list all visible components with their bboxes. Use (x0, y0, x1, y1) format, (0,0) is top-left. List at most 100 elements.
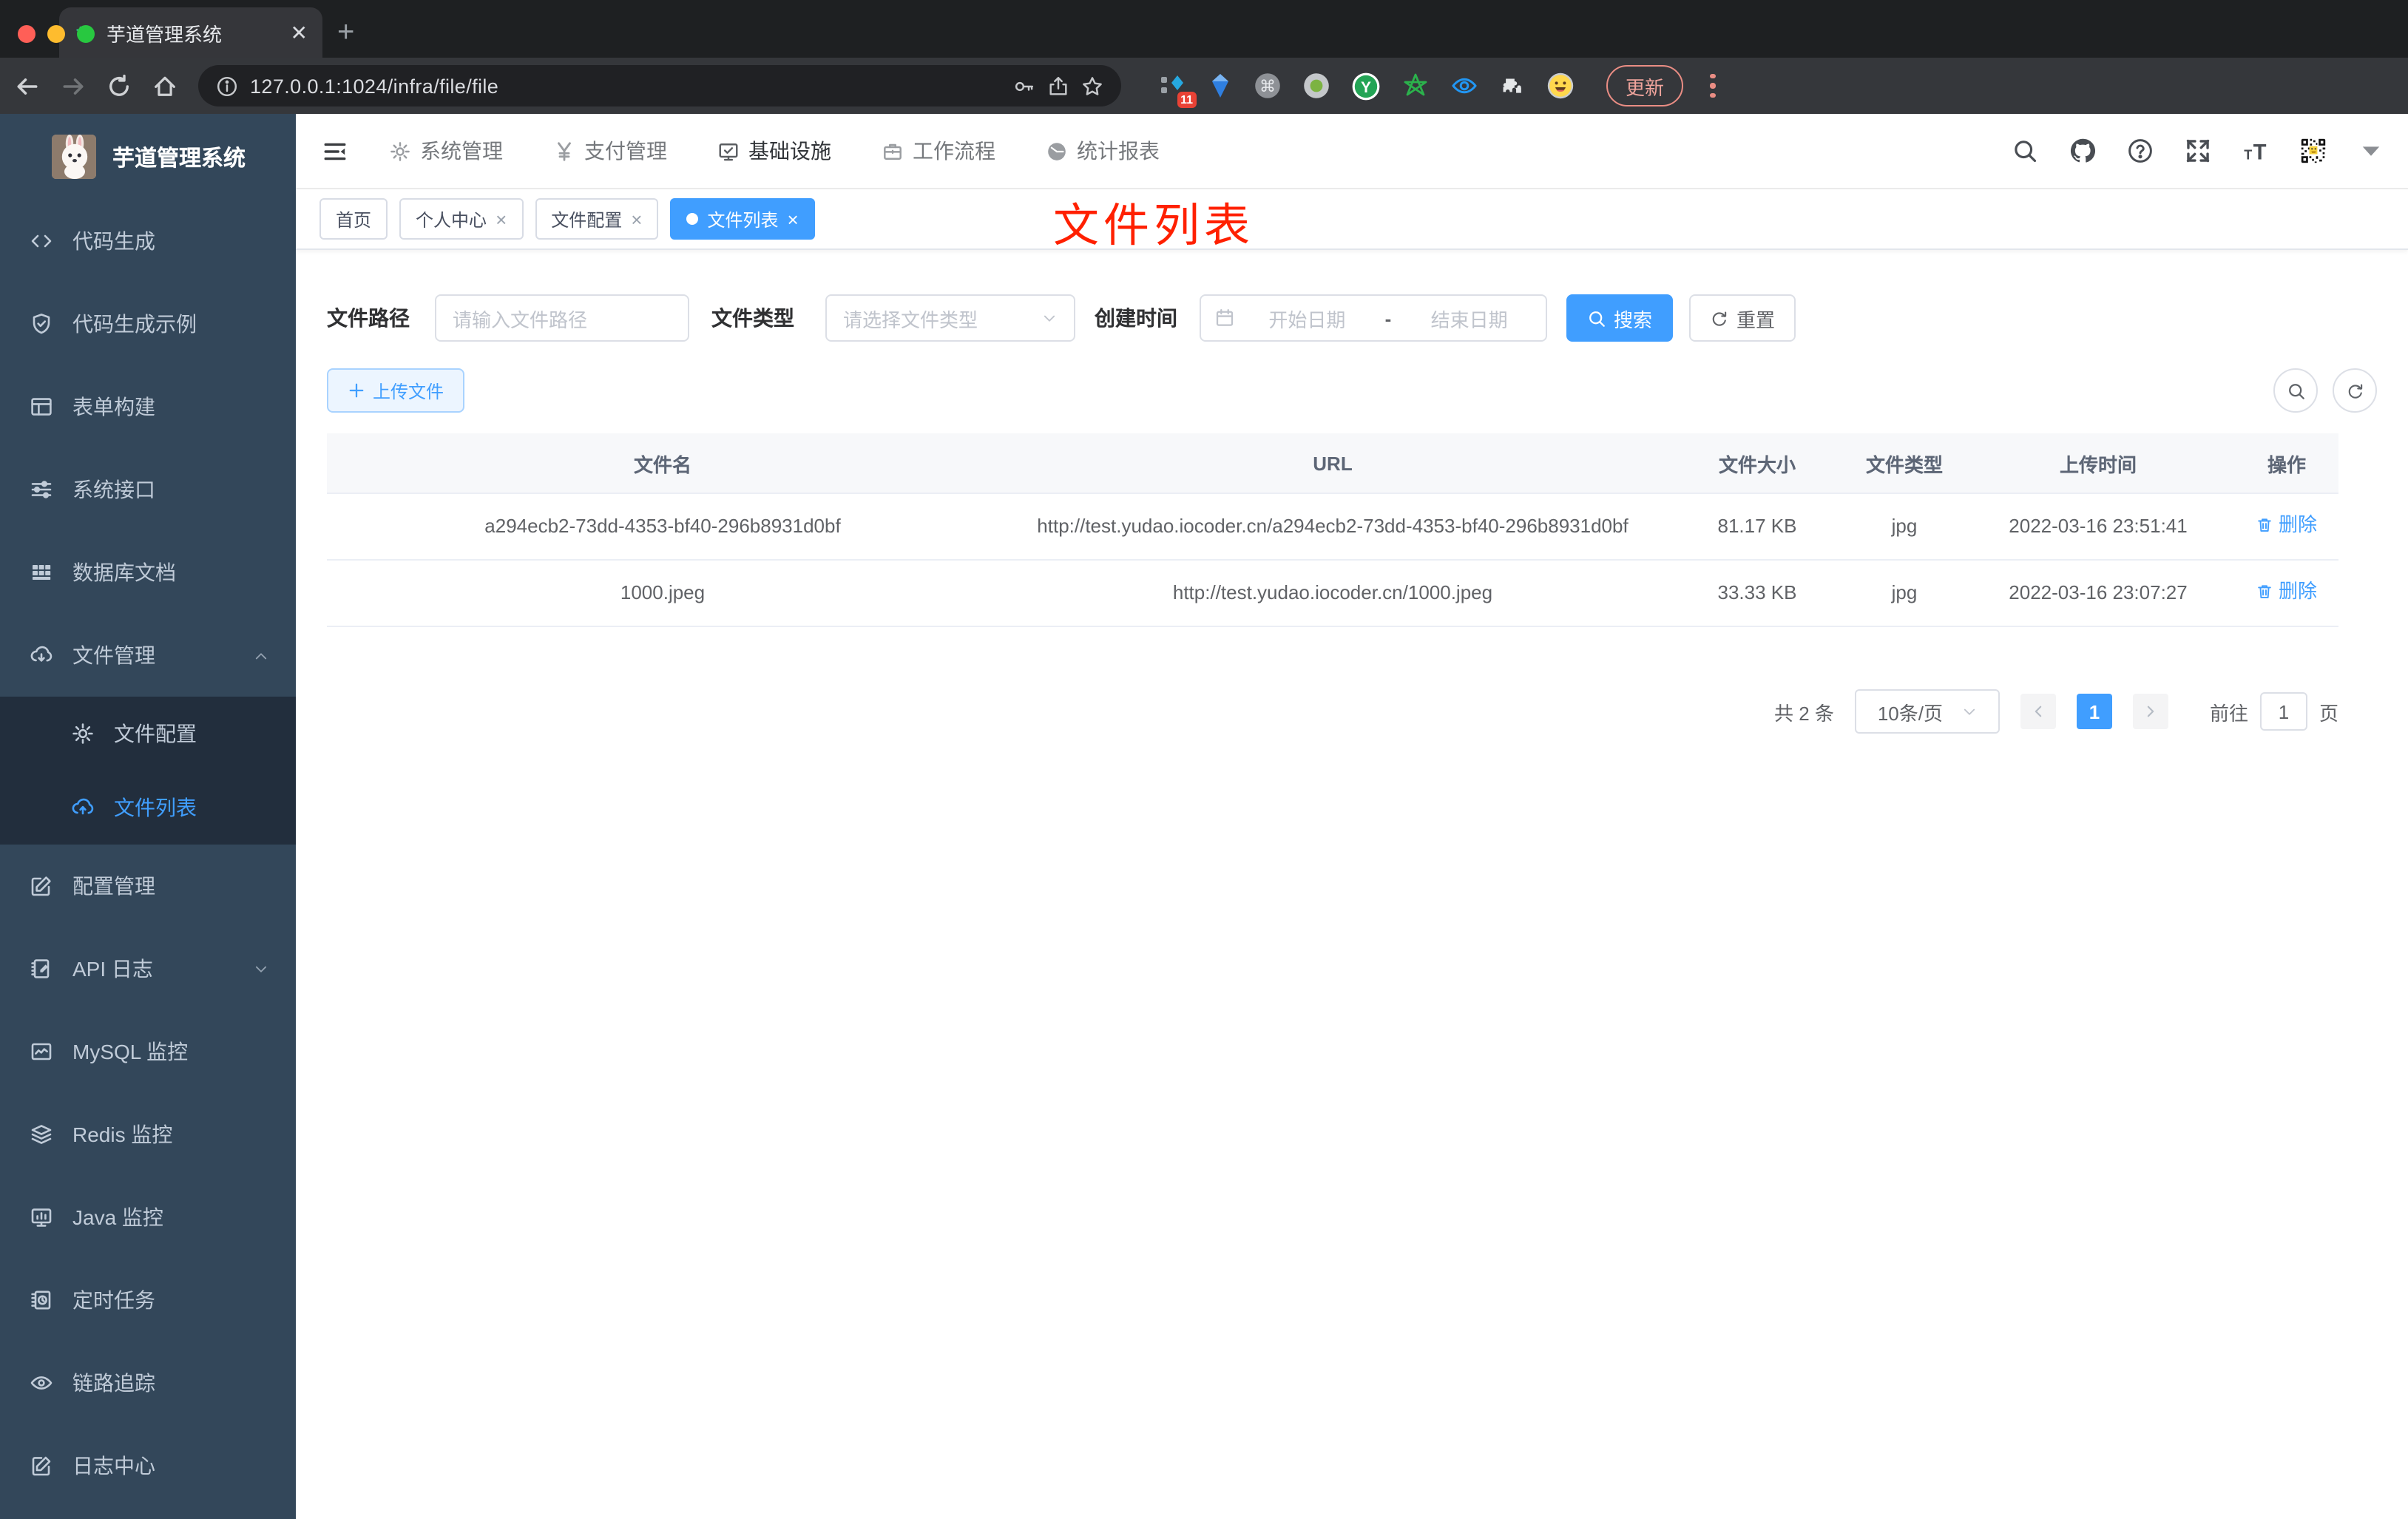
start-date-placeholder[interactable]: 开始日期 (1244, 304, 1370, 332)
top-nav-3[interactable]: 工作流程 (882, 136, 995, 166)
help-icon[interactable] (2127, 138, 2154, 164)
command-extension-icon[interactable]: ⌘ (1254, 72, 1281, 99)
page-tab-2[interactable]: 文件配置 × (535, 198, 659, 240)
url-text[interactable]: 127.0.0.1:1024/infra/file/file (250, 75, 1001, 97)
delete-label: 删除 (2278, 513, 2317, 535)
top-nav-label: 支付管理 (584, 139, 667, 163)
tab-close-icon[interactable]: ✕ (291, 20, 308, 45)
table-grid-icon (30, 561, 53, 584)
chevron-down-icon (1961, 704, 1977, 720)
sidebar-item-5[interactable]: 文件管理 (0, 614, 296, 697)
page-tab-3[interactable]: 文件列表 × (670, 198, 815, 240)
bookmark-star-icon[interactable] (1081, 75, 1103, 97)
search-icon (2286, 381, 2305, 400)
top-nav-2[interactable]: 基础设施 (717, 136, 831, 166)
eye-extension-icon[interactable] (1451, 72, 1478, 99)
browser-menu-icon[interactable] (1710, 73, 1716, 98)
forward-icon[interactable] (61, 73, 86, 98)
sidebar-subitem-1[interactable]: 文件列表 (0, 771, 296, 845)
sidebar-item-9[interactable]: Redis 监控 (0, 1093, 296, 1176)
sidebar-item-2[interactable]: 表单构建 (0, 365, 296, 448)
sidebar-subitem-0[interactable]: 文件配置 (0, 697, 296, 771)
tab-close-icon[interactable]: × (496, 208, 507, 230)
next-page-button[interactable] (2132, 694, 2168, 730)
user-avatar-qr[interactable] (2300, 138, 2327, 164)
code-icon (30, 229, 53, 253)
sidebar-submenu: 文件配置文件列表 (0, 697, 296, 845)
table-header-cell: URL (998, 433, 1667, 494)
back-icon[interactable] (15, 73, 40, 98)
password-key-icon[interactable] (1013, 75, 1035, 97)
extensions-row: 11 ⌘ Y (1160, 72, 1574, 108)
recorder-extension-icon[interactable] (1303, 72, 1330, 99)
minimize-window-button[interactable] (47, 25, 65, 43)
reset-button[interactable]: 重置 (1689, 294, 1796, 342)
file-type-placeholder: 请选择文件类型 (843, 308, 978, 331)
sidebar-item-6[interactable]: 配置管理 (0, 845, 296, 927)
y-extension-icon[interactable]: Y (1352, 72, 1380, 100)
tab-close-icon[interactable]: × (788, 208, 799, 230)
prev-page-button[interactable] (2020, 694, 2056, 730)
new-tab-button[interactable]: + (337, 7, 354, 58)
cell-file-name: a294ecb2-73dd-4353-bf40-296b8931d0bf (327, 493, 998, 561)
extensions-puzzle-icon[interactable] (1500, 73, 1525, 98)
header-search-icon[interactable] (2012, 138, 2038, 164)
end-date-placeholder[interactable]: 结束日期 (1406, 304, 1532, 332)
avatar-caret-icon[interactable] (2358, 138, 2384, 164)
maximize-window-button[interactable] (77, 25, 95, 43)
sidebar-item-13[interactable]: 日志中心 (0, 1424, 296, 1507)
page-tab-0[interactable]: 首页 (319, 198, 388, 240)
gem-extension-icon[interactable] (1208, 72, 1232, 99)
share-icon[interactable] (1047, 75, 1069, 97)
show-search-button[interactable] (2273, 368, 2318, 413)
site-info-icon[interactable] (216, 75, 238, 97)
goto-page-input[interactable] (2259, 692, 2307, 731)
browser-tab[interactable]: 芋道管理系统 ✕ (59, 7, 322, 58)
top-nav-label: 工作流程 (913, 139, 995, 163)
tab-manager-extension-icon[interactable]: 11 (1160, 72, 1197, 108)
sidebar-item-3[interactable]: 系统接口 (0, 448, 296, 531)
traffic-lights[interactable] (18, 25, 95, 43)
reload-icon[interactable] (106, 73, 132, 98)
collapse-sidebar-icon[interactable] (322, 138, 348, 163)
font-size-icon[interactable]: TT (2242, 138, 2269, 164)
upload-file-button[interactable]: 上传文件 (327, 368, 465, 413)
top-nav-4[interactable]: 统计报表 (1046, 136, 1160, 166)
reset-button-label: 重置 (1736, 308, 1775, 331)
browser-update-button[interactable]: 更新 (1606, 65, 1684, 106)
home-icon[interactable] (152, 73, 177, 98)
sidebar-item-0[interactable]: 代码生成 (0, 200, 296, 283)
star-extension-icon[interactable] (1402, 72, 1429, 99)
address-bar[interactable]: 127.0.0.1:1024/infra/file/file (198, 65, 1121, 106)
notebook-edit-icon (30, 957, 53, 981)
sidebar-item-1[interactable]: 代码生成示例 (0, 283, 296, 365)
github-icon[interactable] (2069, 138, 2096, 164)
refresh-table-button[interactable] (2333, 368, 2377, 413)
page-size-select[interactable]: 10条/页 (1854, 689, 2000, 734)
sidebar-item-12[interactable]: 链路追踪 (0, 1342, 296, 1424)
sidebar-item-11[interactable]: 定时任务 (0, 1259, 296, 1342)
current-page-button[interactable]: 1 (2076, 694, 2112, 730)
date-range-picker[interactable]: 开始日期 - 结束日期 (1200, 294, 1547, 342)
eye-icon (30, 1371, 53, 1395)
search-button[interactable]: 搜索 (1566, 294, 1673, 342)
top-nav-1[interactable]: 支付管理 (553, 136, 667, 166)
page-tab-label: 文件配置 (551, 209, 623, 230)
top-nav-0[interactable]: 系统管理 (389, 136, 503, 166)
delete-button[interactable]: 删除 (2256, 509, 2317, 541)
sidebar-item-10[interactable]: Java 监控 (0, 1176, 296, 1259)
sidebar-item-label: 文件配置 (114, 722, 197, 745)
fullscreen-icon[interactable] (2185, 138, 2211, 164)
sidebar-item-8[interactable]: MySQL 监控 (0, 1010, 296, 1093)
chart-monitor-icon (30, 1040, 53, 1063)
delete-button[interactable]: 删除 (2256, 575, 2317, 608)
emoji-profile-icon[interactable] (1547, 72, 1574, 99)
tab-close-icon[interactable]: × (631, 208, 642, 230)
sidebar-item-7[interactable]: API 日志 (0, 927, 296, 1010)
search-icon (1587, 308, 1606, 328)
page-tab-1[interactable]: 个人中心 × (399, 198, 524, 240)
file-type-select[interactable]: 请选择文件类型 (825, 294, 1075, 342)
close-window-button[interactable] (18, 25, 35, 43)
file-path-input[interactable]: 请输入文件路径 (435, 294, 689, 342)
sidebar-item-4[interactable]: 数据库文档 (0, 531, 296, 614)
